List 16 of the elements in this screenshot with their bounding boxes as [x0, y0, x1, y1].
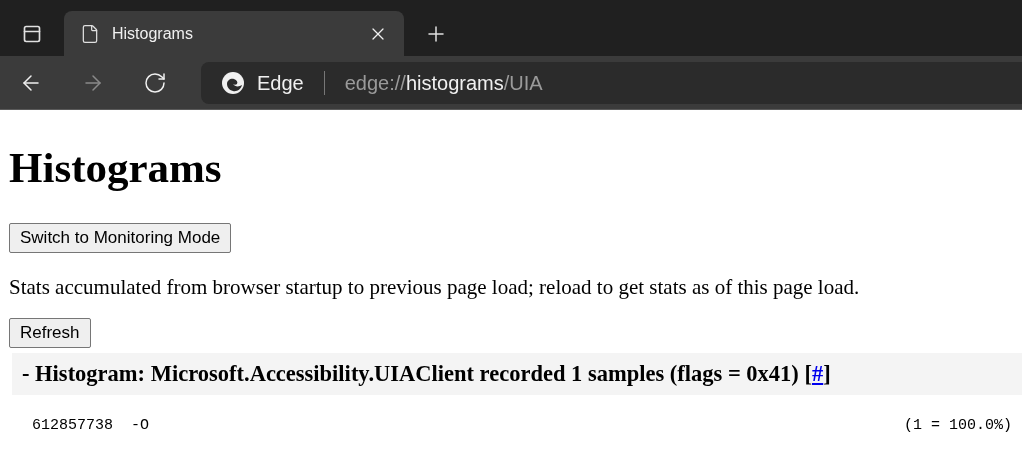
histogram-heading: - Histogram: Microsoft.Accessibility.UIAClient recorded 1 samples (flags = 0x41) [#] [22, 360, 831, 389]
page-icon [80, 23, 100, 44]
edge-logo-icon [221, 70, 245, 95]
description: Stats accumulated from browser startup to previous page load; reload to get stats as of this page load. [9, 274, 860, 300]
bucket-label: 612857738 -O [32, 416, 150, 436]
tab-title: Histograms [112, 23, 194, 44]
bucket-count: (1 = 100.0%) [903, 416, 1012, 436]
address-bar[interactable]: Edge edge://histograms/UIA [201, 61, 1022, 104]
browser-tab[interactable]: Histograms [64, 11, 404, 56]
page-title: Histograms [9, 146, 222, 189]
monitoring-mode-button[interactable]: Switch to Monitoring Mode [9, 223, 232, 253]
site-label: Edge [257, 70, 304, 96]
refresh-button[interactable]: Refresh [9, 318, 91, 348]
tab-actions-icon[interactable] [22, 24, 42, 44]
url-text: edge://histograms/UIA [344, 70, 543, 96]
reload-icon[interactable] [143, 70, 167, 95]
